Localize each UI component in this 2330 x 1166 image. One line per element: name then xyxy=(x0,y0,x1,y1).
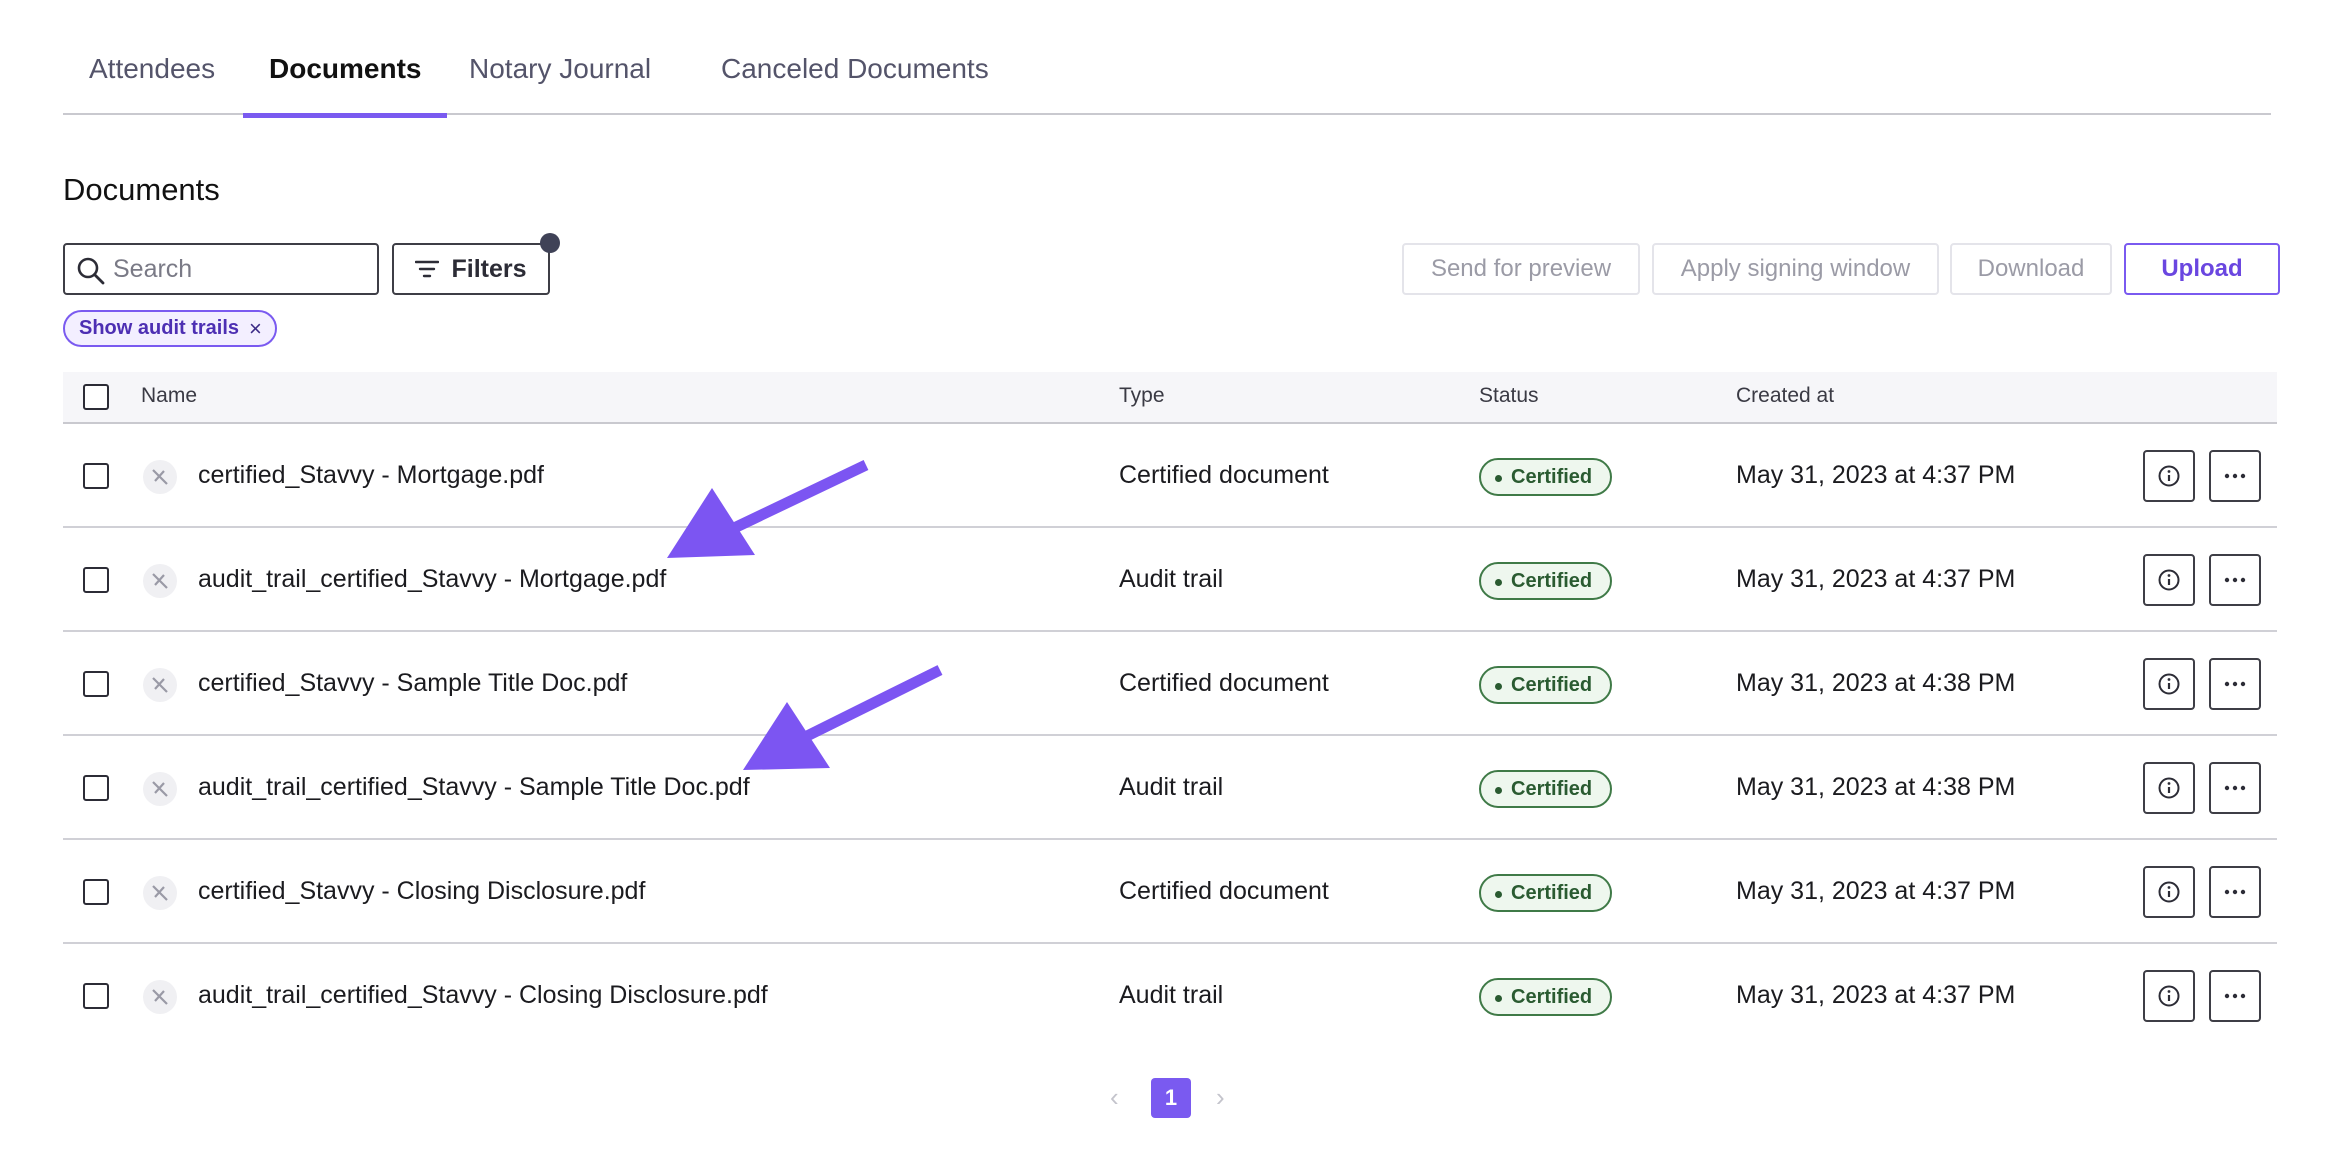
send-for-preview-button[interactable]: Send for preview xyxy=(1402,243,1640,295)
column-header-type[interactable]: Type xyxy=(1119,384,1165,408)
status-badge: Certified xyxy=(1479,666,1613,704)
more-icon xyxy=(2224,993,2246,999)
close-icon[interactable]: × xyxy=(249,316,262,342)
filter-icon xyxy=(415,260,440,278)
table-header: Name Type Status Created at xyxy=(63,372,2277,424)
document-name[interactable]: audit_trail_certified_Stavvy - Closing D… xyxy=(198,981,768,1010)
table-row[interactable]: audit_trail_certified_Stavvy - Mortgage.… xyxy=(63,528,2277,632)
status-badge: Certified xyxy=(1479,874,1613,912)
search-box[interactable] xyxy=(63,243,379,295)
more-icon xyxy=(2224,473,2246,479)
previous-page-button[interactable]: ‹ xyxy=(1110,1082,1119,1113)
info-button[interactable] xyxy=(2143,866,2195,918)
status-badge: Certified xyxy=(1479,770,1613,808)
filters-button[interactable]: Filters xyxy=(392,233,560,295)
document-name[interactable]: audit_trail_certified_Stavvy - Mortgage.… xyxy=(198,565,666,594)
created-at: May 31, 2023 at 4:37 PM xyxy=(1736,565,2016,593)
info-icon xyxy=(2158,673,2180,695)
section-title: Documents xyxy=(63,172,220,207)
more-icon xyxy=(2224,785,2246,791)
tab-notary-journal[interactable]: Notary Journal xyxy=(443,50,677,115)
search-input[interactable] xyxy=(113,254,377,284)
more-icon xyxy=(2224,681,2246,687)
more-actions-button[interactable] xyxy=(2209,554,2261,606)
created-at: May 31, 2023 at 4:38 PM xyxy=(1736,773,2016,801)
tab-canceled-documents[interactable]: Canceled Documents xyxy=(695,50,1015,115)
info-button[interactable] xyxy=(2143,970,2195,1022)
document-type: Audit trail xyxy=(1119,565,1224,593)
info-button[interactable] xyxy=(2143,450,2195,502)
status-badge: Certified xyxy=(1479,978,1613,1016)
document-icon xyxy=(143,772,177,806)
document-name[interactable]: audit_trail_certified_Stavvy - Sample Ti… xyxy=(198,773,750,802)
more-actions-button[interactable] xyxy=(2209,762,2261,814)
select-all-checkbox[interactable] xyxy=(83,384,109,410)
more-icon xyxy=(2224,889,2246,895)
more-actions-button[interactable] xyxy=(2209,866,2261,918)
info-icon xyxy=(2158,985,2180,1007)
document-icon xyxy=(143,980,177,1014)
info-icon xyxy=(2158,881,2180,903)
document-type: Audit trail xyxy=(1119,773,1224,801)
filter-active-indicator xyxy=(540,233,560,253)
created-at: May 31, 2023 at 4:37 PM xyxy=(1736,461,2016,489)
row-checkbox[interactable] xyxy=(83,463,109,489)
document-icon xyxy=(143,460,177,494)
row-checkbox[interactable] xyxy=(83,879,109,905)
info-icon xyxy=(2158,569,2180,591)
apply-signing-window-button[interactable]: Apply signing window xyxy=(1652,243,1939,295)
table-row[interactable]: audit_trail_certified_Stavvy - Sample Ti… xyxy=(63,736,2277,840)
row-checkbox[interactable] xyxy=(83,567,109,593)
more-actions-button[interactable] xyxy=(2209,658,2261,710)
search-icon xyxy=(77,257,105,285)
document-icon xyxy=(143,668,177,702)
upload-button[interactable]: Upload xyxy=(2124,243,2280,295)
filters-label: Filters xyxy=(451,254,527,283)
info-icon xyxy=(2158,465,2180,487)
document-type: Certified document xyxy=(1119,461,1329,489)
info-button[interactable] xyxy=(2143,554,2195,606)
tab-documents[interactable]: Documents xyxy=(243,50,448,118)
document-type: Certified document xyxy=(1119,877,1329,905)
info-icon xyxy=(2158,777,2180,799)
more-actions-button[interactable] xyxy=(2209,450,2261,502)
column-header-status[interactable]: Status xyxy=(1479,384,1539,408)
document-icon xyxy=(143,876,177,910)
tab-attendees[interactable]: Attendees xyxy=(63,50,241,115)
download-button[interactable]: Download xyxy=(1950,243,2112,295)
created-at: May 31, 2023 at 4:38 PM xyxy=(1736,669,2016,697)
table-row[interactable]: certified_Stavvy - Mortgage.pdf Certifie… xyxy=(63,424,2277,528)
next-page-button[interactable]: › xyxy=(1216,1082,1225,1113)
document-type: Audit trail xyxy=(1119,981,1224,1009)
table-row[interactable]: certified_Stavvy - Sample Title Doc.pdf … xyxy=(63,632,2277,736)
filter-chip-audit-trails: Show audit trails × xyxy=(63,310,277,347)
filter-chip-label: Show audit trails xyxy=(79,317,240,339)
tab-bar: Attendees Documents Notary Journal Cance… xyxy=(63,0,2271,118)
table-row[interactable]: audit_trail_certified_Stavvy - Closing D… xyxy=(63,944,2277,1048)
document-name[interactable]: certified_Stavvy - Mortgage.pdf xyxy=(198,461,544,490)
created-at: May 31, 2023 at 4:37 PM xyxy=(1736,981,2016,1009)
page-1-button[interactable]: 1 xyxy=(1151,1078,1191,1118)
row-checkbox[interactable] xyxy=(83,671,109,697)
row-checkbox[interactable] xyxy=(83,775,109,801)
created-at: May 31, 2023 at 4:37 PM xyxy=(1736,877,2016,905)
document-name[interactable]: certified_Stavvy - Sample Title Doc.pdf xyxy=(198,669,627,698)
document-type: Certified document xyxy=(1119,669,1329,697)
column-header-created-at[interactable]: Created at xyxy=(1736,384,1834,408)
row-checkbox[interactable] xyxy=(83,983,109,1009)
more-actions-button[interactable] xyxy=(2209,970,2261,1022)
document-icon xyxy=(143,564,177,598)
status-badge: Certified xyxy=(1479,562,1613,600)
column-header-name[interactable]: Name xyxy=(141,384,197,408)
info-button[interactable] xyxy=(2143,762,2195,814)
info-button[interactable] xyxy=(2143,658,2195,710)
more-icon xyxy=(2224,577,2246,583)
status-badge: Certified xyxy=(1479,458,1613,496)
table-row[interactable]: certified_Stavvy - Closing Disclosure.pd… xyxy=(63,840,2277,944)
document-name[interactable]: certified_Stavvy - Closing Disclosure.pd… xyxy=(198,877,645,906)
